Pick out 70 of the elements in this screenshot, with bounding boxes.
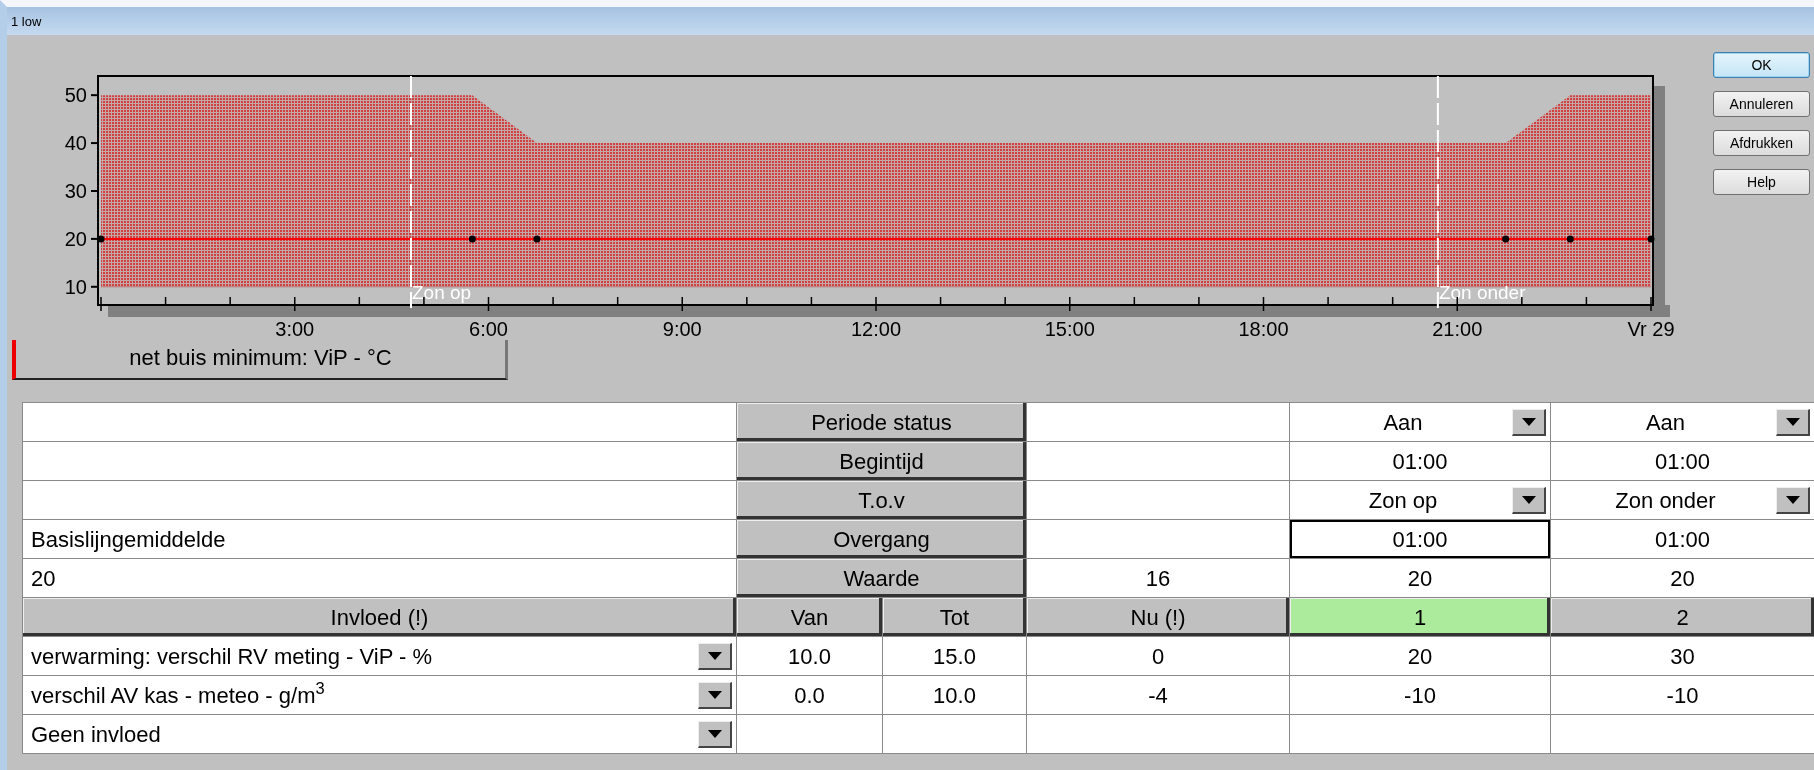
caret-icon [1785, 418, 1800, 426]
data-point[interactable] [533, 235, 541, 243]
table-cell[interactable]: 20 [1289, 636, 1551, 676]
data-point[interactable] [1566, 235, 1574, 243]
dropdown-button[interactable] [1776, 487, 1810, 514]
window-title: 1 low [11, 14, 42, 29]
table-cell[interactable]: 0 [1026, 636, 1290, 676]
series-tab[interactable]: net buis minimum: ViP - °C [12, 340, 508, 380]
data-point[interactable] [1502, 235, 1510, 243]
period-tab[interactable]: 1 [1289, 597, 1551, 637]
y-tick-label: 20 [64, 227, 87, 250]
column-header[interactable]: Invloed (!) [22, 597, 737, 637]
dropdown-button[interactable] [698, 643, 732, 670]
period-tab[interactable]: 2 [1550, 597, 1814, 637]
x-tick-label: 6:00 [469, 318, 508, 340]
table-cell[interactable]: 01:00 [1289, 519, 1551, 559]
y-tick-label: 50 [64, 84, 87, 107]
x-tick-label: 18:00 [1238, 318, 1289, 340]
x-tick-label: 21:00 [1432, 318, 1483, 340]
column-header[interactable]: Nu (!) [1026, 597, 1290, 637]
y-tick-label: 40 [64, 132, 87, 155]
dropdown-button[interactable] [1512, 409, 1546, 436]
data-point[interactable] [97, 235, 105, 243]
marker-label: Zon op [412, 282, 472, 303]
dropdown-button[interactable] [698, 721, 732, 748]
data-point[interactable] [468, 235, 476, 243]
caret-icon [707, 652, 722, 660]
table-cell[interactable]: 01:00 [1289, 441, 1551, 481]
caret-icon [1521, 496, 1536, 504]
table-cell: 16 [1026, 558, 1290, 598]
x-tick-label: 12:00 [850, 318, 902, 340]
data-point[interactable] [1647, 235, 1655, 243]
table-cell[interactable]: -10 [1289, 675, 1551, 715]
caret-icon [1785, 496, 1800, 504]
table-cell: 20 [22, 558, 737, 598]
table-cell[interactable]: 15.0 [882, 636, 1027, 676]
dropdown-button[interactable] [1512, 487, 1546, 514]
caret-icon [1521, 418, 1536, 426]
caret-icon [707, 730, 722, 738]
x-tick-label: 15:00 [1044, 318, 1095, 340]
table-cell[interactable]: 10.0 [736, 636, 883, 676]
x-tick-label: 9:00 [662, 318, 702, 340]
table-cell[interactable]: 10.0 [882, 675, 1027, 715]
row-header-button[interactable]: Overgang [736, 519, 1027, 559]
row-header-button[interactable]: Periode status [736, 402, 1027, 442]
dropdown-value[interactable]: Zon op [1368, 487, 1438, 513]
table-cell[interactable]: 0.0 [736, 675, 883, 715]
table-cell: Basislijngemiddelde [22, 519, 737, 559]
dropdown-value[interactable]: Aan [1383, 409, 1423, 435]
influence-name[interactable]: Geen invloed [31, 721, 161, 747]
dialog-button[interactable]: Help [1713, 169, 1810, 195]
y-tick-label: 10 [64, 275, 87, 298]
dialog-button[interactable]: Annuleren [1713, 91, 1810, 117]
caret-icon [707, 691, 722, 699]
column-header[interactable]: Tot [882, 597, 1027, 637]
dialog-button[interactable]: OK [1713, 52, 1810, 78]
x-tick-label: 3:00 [275, 318, 315, 340]
row-header-button[interactable]: Begintijd [736, 441, 1027, 481]
column-header[interactable]: Van [736, 597, 883, 637]
table-cell[interactable]: 20 [1289, 558, 1551, 598]
y-tick-label: 30 [64, 180, 87, 202]
table-cell[interactable]: -4 [1026, 675, 1290, 715]
dropdown-button[interactable] [698, 682, 732, 709]
dialog-button[interactable]: Afdrukken [1713, 130, 1810, 156]
row-header-button[interactable]: Waarde [736, 558, 1027, 598]
x-tick-label: Vr 29 [1627, 318, 1675, 340]
row-header-button[interactable]: T.o.v [736, 480, 1027, 520]
dropdown-value[interactable]: Aan [1645, 409, 1686, 435]
marker-label: Zon onder [1438, 282, 1526, 303]
dropdown-button[interactable] [1776, 409, 1810, 436]
